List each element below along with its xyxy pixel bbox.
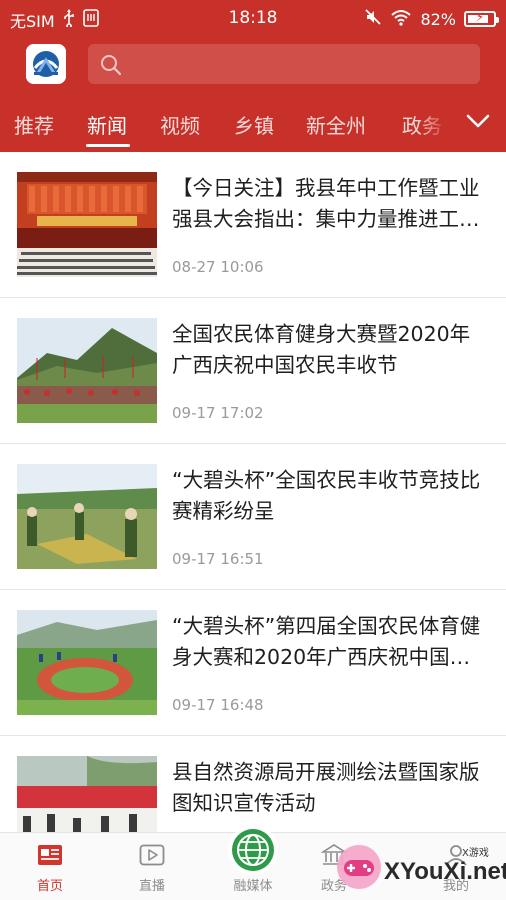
site-watermark: X游戏 XYouXi.net — [334, 836, 506, 896]
watermark-text: XYouXi.net — [384, 858, 506, 885]
live-play-icon — [139, 844, 165, 866]
nav-label: 融媒体 — [233, 879, 273, 894]
tab-news[interactable]: 新闻 — [87, 110, 127, 139]
app-logo[interactable] — [26, 44, 66, 84]
nav-label: 首页 — [36, 879, 63, 894]
gamepad-icon — [337, 845, 381, 889]
news-time: 09-17 16:51 — [172, 550, 264, 568]
nav-live[interactable]: 直播 — [112, 833, 192, 900]
news-title: 县自然资源局开展测绘法暨国家版图知识宣传活动 — [172, 760, 480, 815]
nav-media[interactable]: 融媒体 — [213, 825, 293, 900]
mute-icon — [364, 8, 382, 30]
news-item[interactable]: 全国农民体育健身大赛暨2020年广西庆祝中国农民丰收节 09-17 17:02 — [0, 298, 506, 444]
news-thumbnail — [17, 172, 157, 277]
active-tab-indicator — [86, 144, 130, 147]
news-thumbnail — [17, 464, 157, 569]
nav-label: 直播 — [138, 879, 165, 894]
news-time: 09-17 16:48 — [172, 696, 264, 714]
news-thumbnail — [17, 610, 157, 715]
wifi-icon — [390, 8, 412, 30]
news-thumbnail — [17, 318, 157, 423]
news-item[interactable]: “大碧头杯”全国农民丰收节竞技比赛精彩纷呈 09-17 16:51 — [0, 444, 506, 590]
battery-percent: 82% — [420, 9, 456, 29]
news-title: 全国农民体育健身大赛暨2020年广西庆祝中国农民丰收节 — [172, 322, 471, 377]
news-thumbnail — [17, 756, 157, 832]
tab-recommend[interactable]: 推荐 — [14, 110, 54, 139]
tab-townships[interactable]: 乡镇 — [234, 110, 274, 139]
news-title: “大碧头杯”第四届全国农民体育健身大赛和2020年广西庆祝中国农民丰收节 — [172, 614, 481, 669]
more-channels-button[interactable] — [454, 96, 506, 152]
news-title: 【今日关注】我县年中工作暨工业强县大会指出：集中力量推进工业强县 — [172, 176, 480, 231]
globe-icon — [232, 829, 274, 871]
channel-tabs: 推荐 新闻 视频 乡镇 新全州 政务 — [0, 96, 506, 152]
news-item[interactable]: “大碧头杯”第四届全国农民体育健身大赛和2020年广西庆祝中国农民丰收节 09-… — [0, 590, 506, 736]
news-item[interactable]: 【今日关注】我县年中工作暨工业强县大会指出：集中力量推进工业强县 08-27 1… — [0, 152, 506, 298]
news-item[interactable]: 县自然资源局开展测绘法暨国家版图知识宣传活动 — [0, 736, 506, 832]
chevron-down-icon — [466, 114, 490, 128]
news-list: 【今日关注】我县年中工作暨工业强县大会指出：集中力量推进工业强县 08-27 1… — [0, 152, 506, 832]
news-time: 08-27 10:06 — [172, 258, 264, 276]
media-center-button[interactable] — [228, 825, 278, 875]
app-header: 无SIM 18:18 82% ⚡ 推荐 新闻 视频 乡镇 新全州 — [0, 0, 506, 152]
home-news-icon — [38, 845, 62, 865]
status-bar: 无SIM 18:18 82% ⚡ — [0, 0, 506, 36]
news-title: “大碧头杯”全国农民丰收节竞技比赛精彩纷呈 — [172, 468, 481, 523]
news-time: 09-17 17:02 — [172, 404, 264, 422]
search-icon — [101, 55, 122, 76]
watermark-small: X游戏 — [462, 848, 489, 859]
tab-new-quanzhou[interactable]: 新全州 — [306, 110, 366, 139]
search-bar[interactable] — [88, 44, 480, 84]
tab-video[interactable]: 视频 — [160, 110, 200, 139]
nav-home[interactable]: 首页 — [10, 833, 90, 900]
battery-icon: ⚡ — [464, 10, 499, 27]
